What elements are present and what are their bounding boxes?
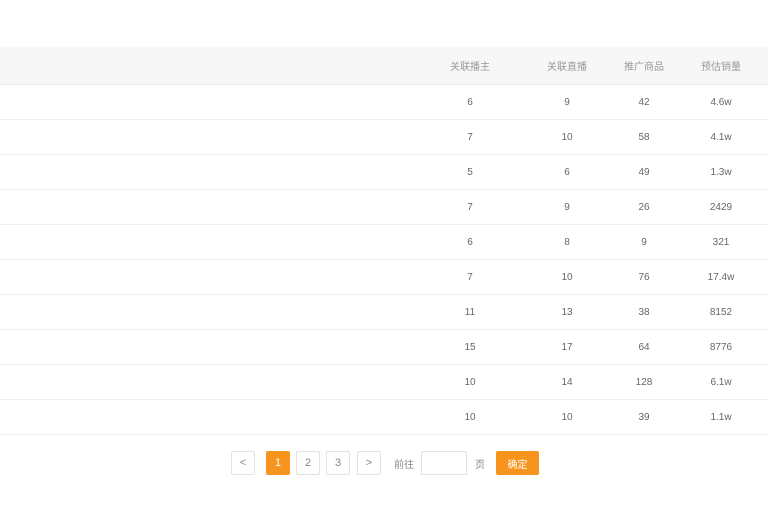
cell-promoted-products: 42 (638, 96, 650, 108)
table-body: 6 9 42 4.6w 7 10 58 4.1w 5 6 49 1.3w 7 9… (0, 85, 768, 435)
cell-related-livestreams: 9 (564, 201, 570, 213)
goto-page-input[interactable] (421, 451, 467, 475)
cell-estimated-sales: 2429 (709, 201, 733, 213)
cell-promoted-products: 49 (638, 166, 650, 178)
cell-related-livestreams: 10 (561, 131, 573, 143)
cell-related-livestreams: 10 (561, 271, 573, 283)
cell-related-streamers: 10 (464, 376, 476, 388)
table-row[interactable]: 5 6 49 1.3w (0, 155, 768, 190)
header-estimated-sales[interactable]: 预估销量 (690, 47, 752, 84)
cell-estimated-sales: 4.6w (710, 96, 732, 108)
cell-promoted-products: 76 (638, 271, 650, 283)
cell-related-streamers: 11 (464, 306, 476, 318)
cell-estimated-sales: 1.3w (710, 166, 732, 178)
next-page-button[interactable]: > (357, 451, 381, 475)
table-row[interactable]: 10 14 128 6.1w (0, 365, 768, 400)
cell-promoted-products: 9 (641, 236, 647, 248)
cell-related-livestreams: 8 (564, 236, 570, 248)
cell-related-streamers: 10 (464, 411, 476, 423)
cell-related-livestreams: 6 (564, 166, 570, 178)
page-1-button[interactable]: 1 (266, 451, 290, 475)
page-2-button[interactable]: 2 (296, 451, 320, 475)
cell-related-streamers: 7 (467, 131, 473, 143)
cell-estimated-sales: 17.4w (707, 271, 735, 283)
confirm-button[interactable]: 确定 (496, 451, 539, 475)
cell-related-streamers: 6 (467, 96, 473, 108)
cell-related-streamers: 7 (467, 271, 473, 283)
cell-promoted-products: 26 (638, 201, 650, 213)
page-suffix-label: 页 (475, 459, 485, 471)
cell-related-livestreams: 17 (561, 341, 573, 353)
cell-estimated-sales: 321 (712, 236, 730, 248)
cell-estimated-sales: 8776 (709, 341, 733, 353)
cell-related-streamers: 6 (467, 236, 473, 248)
table-header: 关联播主 关联直播 推广商品 预估销量 (0, 47, 768, 85)
pagination: < 1 2 3 > 前往 页 确定 (0, 451, 768, 475)
goto-label: 前往 (394, 459, 414, 471)
table-row[interactable]: 7 10 58 4.1w (0, 120, 768, 155)
table-row[interactable]: 7 10 76 17.4w (0, 260, 768, 295)
page-3-button[interactable]: 3 (326, 451, 350, 475)
cell-estimated-sales: 4.1w (710, 131, 732, 143)
cell-estimated-sales: 8152 (709, 306, 733, 318)
table-row[interactable]: 7 9 26 2429 (0, 190, 768, 225)
cell-promoted-products: 58 (638, 131, 650, 143)
cell-estimated-sales: 1.1w (710, 411, 732, 423)
cell-related-livestreams: 13 (561, 306, 573, 318)
cell-promoted-products: 64 (638, 341, 650, 353)
header-related-streamers[interactable]: 关联播主 (440, 47, 500, 84)
table-row[interactable]: 6 8 9 321 (0, 225, 768, 260)
prev-page-button[interactable]: < (231, 451, 255, 475)
header-promoted-products[interactable]: 推广商品 (614, 47, 674, 84)
cell-promoted-products: 38 (638, 306, 650, 318)
cell-related-livestreams: 10 (561, 411, 573, 423)
data-table: 关联播主 关联直播 推广商品 预估销量 6 9 42 4.6w 7 10 58 … (0, 47, 768, 435)
table-row[interactable]: 11 13 38 8152 (0, 295, 768, 330)
cell-promoted-products: 128 (635, 376, 653, 388)
table-row[interactable]: 15 17 64 8776 (0, 330, 768, 365)
cell-estimated-sales: 6.1w (710, 376, 732, 388)
cell-related-streamers: 7 (467, 201, 473, 213)
header-related-livestreams[interactable]: 关联直播 (530, 47, 604, 84)
cell-promoted-products: 39 (638, 411, 650, 423)
cell-related-livestreams: 9 (564, 96, 570, 108)
table-row[interactable]: 10 10 39 1.1w (0, 400, 768, 435)
cell-related-streamers: 15 (464, 341, 476, 353)
table-row[interactable]: 6 9 42 4.6w (0, 85, 768, 120)
cell-related-streamers: 5 (467, 166, 473, 178)
cell-related-livestreams: 14 (561, 376, 573, 388)
